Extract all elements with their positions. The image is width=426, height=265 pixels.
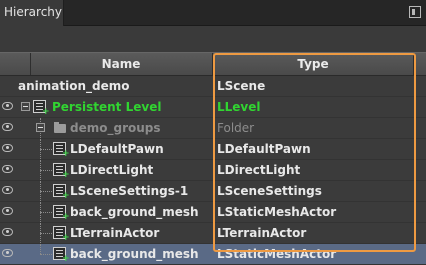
tree-item-name: back_ground_mesh: [70, 247, 199, 261]
tree-item-type: LStaticMeshActor: [217, 205, 337, 219]
tree-connector: [40, 244, 41, 254]
tree-connector: [40, 149, 52, 150]
tree-item-name: LTerrainActor: [70, 226, 160, 240]
visibility-eye-icon[interactable]: [2, 228, 13, 236]
collapse-icon[interactable]: [21, 102, 30, 111]
name-column-header[interactable]: Name: [30, 53, 213, 75]
tree-item-type: LSceneSettings: [217, 184, 322, 198]
tree-connector: [40, 254, 52, 255]
tree-item-type: LDirectLight: [217, 163, 301, 177]
actor-icon: +: [53, 226, 70, 243]
tree-item-type: LStaticMeshActor: [217, 247, 337, 261]
visibility-column-header[interactable]: [0, 53, 31, 75]
visibility-eye-icon[interactable]: [2, 207, 13, 215]
tree-row-actor-selected[interactable]: + back_ground_mesh LStaticMeshActor: [0, 244, 426, 265]
visibility-eye-icon[interactable]: [2, 249, 13, 257]
tree-connector: [40, 233, 52, 234]
tree-connector: [40, 212, 52, 213]
tree-item-name: LDirectLight: [70, 163, 154, 177]
actor-icon: +: [53, 142, 70, 159]
tree-row-actor[interactable]: + LTerrainActor LTerrainActor: [0, 223, 426, 244]
tree-row-actor[interactable]: + LDirectLight LDirectLight: [0, 160, 426, 181]
tree-connector: [40, 170, 52, 171]
toolbar: [0, 26, 426, 52]
actor-icon: +: [53, 184, 70, 201]
tree-item-type: Folder: [217, 121, 255, 135]
tree-item-name: LSceneSettings-1: [70, 184, 189, 198]
tree-row-level[interactable]: + Persistent Level LLevel: [0, 97, 426, 118]
visibility-eye-icon[interactable]: [2, 102, 13, 110]
tree-item-name: Persistent Level: [52, 100, 162, 114]
tree-item-name: back_ground_mesh: [70, 205, 199, 219]
folder-icon: [54, 122, 66, 133]
visibility-eye-icon[interactable]: [2, 144, 13, 152]
level-icon: +: [33, 100, 50, 117]
hierarchy-tree: animation_demo LScene + Persistent Level…: [0, 76, 426, 265]
tree-row-actor[interactable]: + LSceneSettings-1 LSceneSettings: [0, 181, 426, 202]
tree-row-scene[interactable]: animation_demo LScene: [0, 76, 426, 97]
tree-item-type: LScene: [217, 79, 266, 93]
tree-item-name: animation_demo: [18, 79, 130, 93]
hierarchy-tab[interactable]: Hierarchy: [0, 0, 64, 26]
tree-item-name: LDefaultPawn: [70, 142, 164, 156]
tree-item-type: LDefaultPawn: [217, 142, 311, 156]
tree-row-actor[interactable]: + back_ground_mesh LStaticMeshActor: [0, 202, 426, 223]
tree-item-type: LLevel: [217, 100, 261, 114]
visibility-eye-icon[interactable]: [2, 186, 13, 194]
column-header: Name Type: [0, 52, 426, 76]
collapse-icon[interactable]: [36, 123, 45, 132]
pin-icon[interactable]: [409, 6, 421, 18]
actor-icon: +: [53, 205, 70, 222]
actor-icon: +: [53, 163, 70, 180]
panel-titlebar: Hierarchy: [0, 0, 426, 26]
type-column-header[interactable]: Type: [213, 53, 414, 75]
visibility-eye-icon[interactable]: [2, 123, 13, 131]
visibility-eye-icon[interactable]: [2, 165, 13, 173]
tree-row-folder[interactable]: demo_groups Folder: [0, 118, 426, 139]
tree-row-actor[interactable]: + LDefaultPawn LDefaultPawn: [0, 139, 426, 160]
tree-connector: [40, 191, 52, 192]
tree-item-name: demo_groups: [70, 121, 161, 135]
actor-icon: +: [53, 247, 70, 264]
tree-item-type: LTerrainActor: [217, 226, 307, 240]
